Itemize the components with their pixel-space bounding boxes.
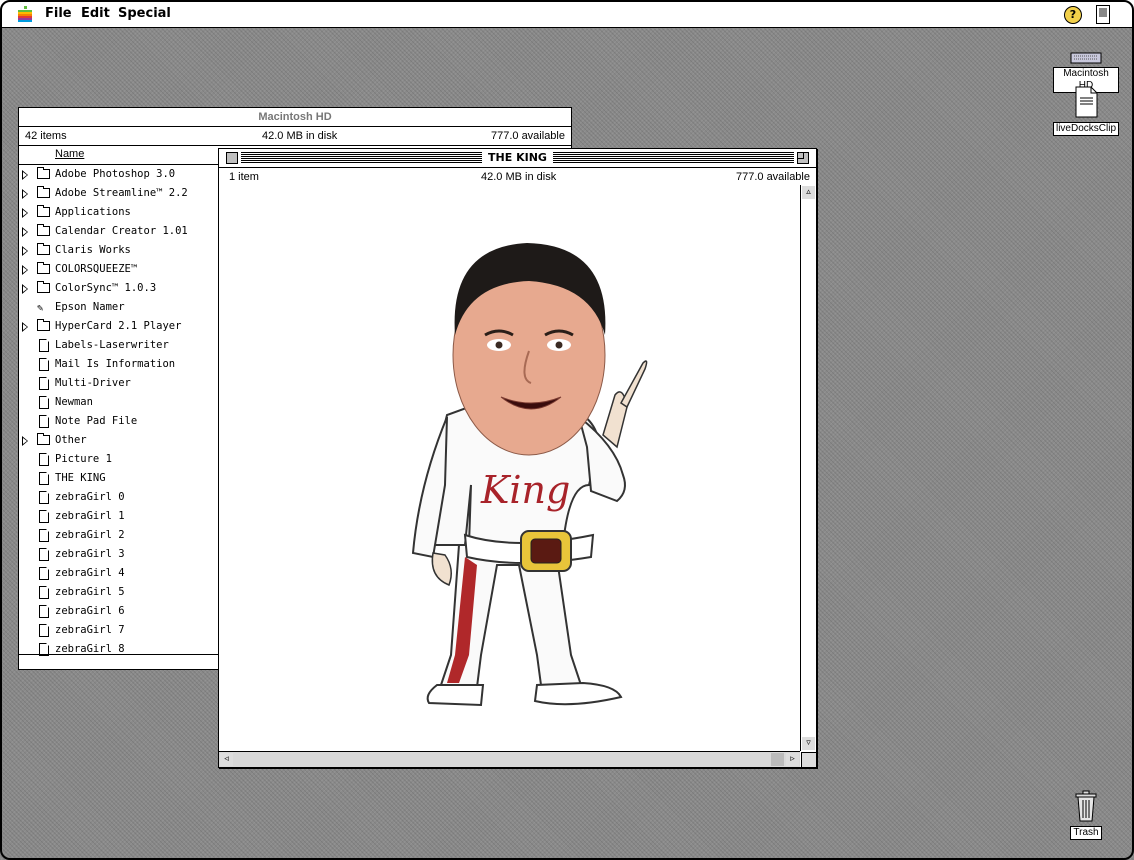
- list-item-label: Epson Namer: [55, 301, 125, 313]
- desktop-icon-trash[interactable]: Trash: [1066, 790, 1106, 840]
- window-titlebar[interactable]: Macintosh HD: [19, 108, 571, 127]
- disclosure-triangle-icon[interactable]: [22, 189, 28, 199]
- items-count: 42 items: [25, 130, 67, 142]
- list-item-label: Newman: [55, 396, 93, 408]
- document-icon: [39, 491, 49, 504]
- disclosure-triangle-icon[interactable]: [22, 208, 28, 218]
- document-icon: [39, 624, 49, 637]
- horizontal-scrollbar[interactable]: ◃ ▹: [219, 751, 800, 767]
- clipping-document-icon: [1075, 86, 1098, 118]
- list-item-label: Picture 1: [55, 453, 112, 465]
- window-content: King: [219, 185, 800, 751]
- list-item-label: Note Pad File: [55, 415, 138, 427]
- window-the-king[interactable]: THE KING 1 item 42.0 MB in disk 777.0 av…: [218, 148, 817, 768]
- available-space: 777.0 available: [735, 171, 810, 183]
- list-item-label: zebraGirl 7: [55, 624, 125, 636]
- document-icon: [39, 377, 49, 390]
- folder-icon: [37, 319, 50, 331]
- desktop-icon-livedocksclip[interactable]: liveDocksClip: [1050, 86, 1122, 136]
- list-item-label: Applications: [55, 206, 131, 218]
- available-space: 777.0 available: [490, 130, 565, 142]
- folder-icon: [37, 224, 50, 236]
- window-info-bar: 42 items 42.0 MB in disk 777.0 available: [19, 127, 571, 146]
- disclosure-triangle-icon[interactable]: [22, 246, 28, 256]
- document-icon: [39, 339, 49, 352]
- list-item-label: zebraGirl 6: [55, 605, 125, 617]
- finder-application-icon[interactable]: [1096, 5, 1110, 24]
- folder-icon: [37, 433, 50, 445]
- list-item-label: THE KING: [55, 472, 106, 484]
- shirt-text: King: [480, 468, 570, 512]
- window-title: Macintosh HD: [258, 111, 332, 123]
- document-icon: [39, 358, 49, 371]
- disclosure-triangle-icon[interactable]: [22, 265, 28, 275]
- scroll-thumb[interactable]: [771, 753, 784, 766]
- list-item-label: Adobe Photoshop 3.0: [55, 168, 176, 180]
- list-item-label: Claris Works: [55, 244, 131, 256]
- list-item-label: Other: [55, 434, 87, 446]
- close-box-icon[interactable]: [226, 152, 238, 164]
- list-item-label: COLORSQUEEZE™: [55, 263, 138, 275]
- document-icon: [39, 453, 49, 466]
- folder-icon: [37, 167, 50, 179]
- list-item-label: zebraGirl 4: [55, 567, 125, 579]
- folder-icon: [37, 262, 50, 274]
- list-item-label: Mail Is Information: [55, 358, 176, 370]
- document-icon: [39, 586, 49, 599]
- list-item-label: Calendar Creator 1.01: [55, 225, 188, 237]
- document-icon: [39, 415, 49, 428]
- hard-disk-icon: [1070, 52, 1102, 64]
- scroll-right-arrow-icon[interactable]: ▹: [786, 753, 799, 766]
- disclosure-triangle-icon[interactable]: [22, 170, 28, 180]
- column-header-name[interactable]: Name: [55, 148, 84, 160]
- disclosure-triangle-icon[interactable]: [22, 284, 28, 294]
- folder-icon: [37, 243, 50, 255]
- disclosure-triangle-icon[interactable]: [22, 322, 28, 332]
- desktop-icon-label: liveDocksClip: [1052, 122, 1119, 136]
- application-icon: ✎: [37, 302, 44, 314]
- disclosure-triangle-icon[interactable]: [22, 436, 28, 446]
- list-item-label: Labels-Laserwriter: [55, 339, 169, 351]
- document-icon: [39, 529, 49, 542]
- scroll-down-arrow-icon[interactable]: ▿: [802, 737, 815, 750]
- zoom-box-icon[interactable]: [797, 152, 809, 164]
- disk-usage: 42.0 MB in disk: [262, 130, 338, 142]
- disclosure-triangle-icon[interactable]: [22, 227, 28, 237]
- apple-menu-icon[interactable]: [18, 6, 32, 22]
- list-item-label: zebraGirl 5: [55, 586, 125, 598]
- scroll-left-arrow-icon[interactable]: ◃: [220, 753, 233, 766]
- disk-usage: 42.0 MB in disk: [481, 171, 557, 183]
- list-item-label: Adobe Streamline™ 2.2: [55, 187, 188, 199]
- list-item-label: Multi-Driver: [55, 377, 131, 389]
- folder-icon: [37, 186, 50, 198]
- scroll-up-arrow-icon[interactable]: ▵: [802, 186, 815, 199]
- folder-icon: [37, 281, 50, 293]
- menu-file[interactable]: File: [45, 6, 72, 21]
- list-item-label: HyperCard 2.1 Player: [55, 320, 182, 332]
- items-count: 1 item: [229, 171, 259, 183]
- document-icon: [39, 510, 49, 523]
- desktop-icon-label: Trash: [1070, 826, 1102, 840]
- document-icon: [39, 605, 49, 618]
- document-icon: [39, 396, 49, 409]
- list-item-label: zebraGirl 3: [55, 548, 125, 560]
- list-item-label: zebraGirl 0: [55, 491, 125, 503]
- king-caricature-image[interactable]: King: [219, 185, 801, 751]
- list-item-label: zebraGirl 2: [55, 529, 125, 541]
- list-item-label: ColorSync™ 1.0.3: [55, 282, 157, 294]
- list-item-label: zebraGirl 1: [55, 510, 125, 522]
- trash-can-icon: [1075, 790, 1097, 822]
- resize-grow-box-icon[interactable]: [801, 752, 816, 767]
- window-title: THE KING: [482, 149, 553, 167]
- document-icon: [39, 567, 49, 580]
- menu-bar: File Edit Special ?: [0, 0, 1134, 28]
- document-icon: [39, 472, 49, 485]
- window-titlebar[interactable]: THE KING: [219, 149, 816, 168]
- menu-special[interactable]: Special: [118, 6, 171, 21]
- help-balloon-icon[interactable]: ?: [1064, 6, 1082, 24]
- vertical-scrollbar[interactable]: ▵ ▿: [800, 185, 816, 751]
- menu-edit[interactable]: Edit: [81, 6, 110, 21]
- folder-icon: [37, 205, 50, 217]
- document-icon: [39, 548, 49, 561]
